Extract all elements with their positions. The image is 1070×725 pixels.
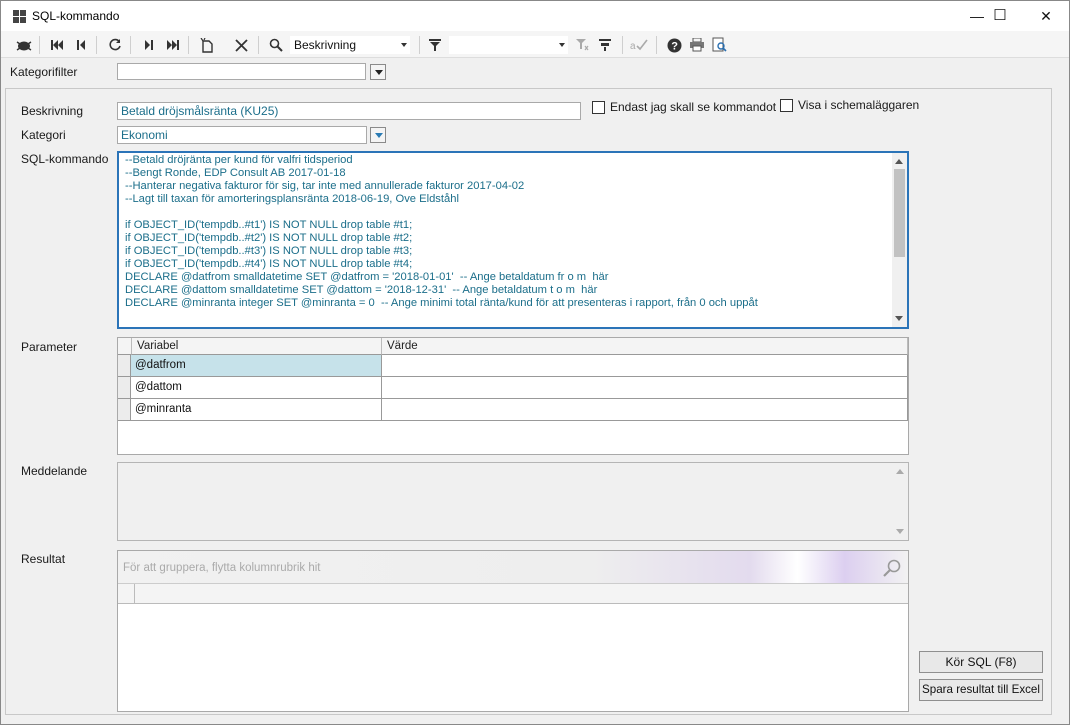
export-excel-button[interactable]: Spara resultat till Excel — [919, 679, 1043, 701]
scheduler-checkbox-box[interactable] — [780, 98, 793, 112]
message-scrollbar[interactable] — [893, 463, 908, 540]
grid-corner — [118, 584, 135, 603]
scroll-down-icon[interactable] — [896, 529, 904, 534]
sql-scrollbar[interactable] — [892, 153, 907, 327]
first-record-icon[interactable] — [47, 35, 67, 55]
group-panel[interactable]: För att gruppera, flytta kolumnrubrik hi… — [118, 551, 908, 584]
table-row[interactable]: @datfrom — [118, 355, 908, 377]
result-label: Resultat — [21, 552, 66, 566]
scroll-up-icon[interactable] — [895, 159, 903, 164]
svg-text:a: a — [630, 41, 636, 51]
window-title: SQL-kommando — [32, 9, 120, 23]
result-grid[interactable]: För att gruppera, flytta kolumnrubrik hi… — [117, 550, 909, 712]
search-field-value: Beskrivning — [294, 38, 357, 52]
only-me-checkbox[interactable]: Endast jag skall se kommandot — [592, 100, 776, 114]
category-filter-input[interactable] — [117, 63, 366, 80]
scheduler-checkbox-label: Visa i schemaläggaren — [798, 98, 920, 112]
parameter-label: Parameter — [21, 340, 78, 354]
scheduler-checkbox[interactable]: Visa i schemaläggaren — [780, 98, 919, 112]
category-select[interactable]: Ekonomi — [117, 126, 367, 144]
search-icon[interactable] — [266, 35, 286, 55]
scroll-thumb[interactable] — [894, 169, 905, 257]
row-indicator[interactable] — [118, 399, 131, 421]
previous-record-icon[interactable] — [71, 35, 91, 55]
variable-cell[interactable]: @datfrom — [131, 355, 382, 377]
run-sql-button[interactable]: Kör SQL (F8) — [919, 651, 1043, 673]
table-row[interactable]: @dattom — [118, 377, 908, 399]
filter-settings-icon[interactable] — [595, 35, 615, 55]
title-bar: SQL-kommando — ☐ ✕ — [1, 1, 1069, 31]
toolbar: Beskrivning a ? — [1, 31, 1069, 58]
parameter-grid: Variabel Värde @datfrom @dattom @minrant… — [117, 337, 909, 455]
clear-filter-icon[interactable] — [572, 35, 592, 55]
row-indicator[interactable] — [118, 377, 131, 399]
category-dropdown-button[interactable] — [370, 127, 386, 143]
table-row[interactable]: @minranta — [118, 399, 908, 421]
filter-icon[interactable] — [425, 35, 445, 55]
row-indicator[interactable] — [118, 355, 131, 377]
variable-cell[interactable]: @minranta — [131, 399, 382, 421]
sql-command-text[interactable]: --Betald dröjränta per kund för valfri t… — [119, 153, 907, 311]
group-hint: För att gruppera, flytta kolumnrubrik hi… — [123, 562, 321, 574]
sql-command-label: SQL-kommando — [21, 152, 109, 166]
close-button[interactable]: ✕ — [1023, 1, 1069, 31]
svg-text:?: ? — [671, 40, 678, 52]
sql-command-window: SQL-kommando — ☐ ✕ Beskrivning a ? Kateg… — [0, 0, 1070, 725]
find-icon[interactable] — [882, 558, 902, 578]
only-me-checkbox-box[interactable] — [592, 100, 605, 114]
delete-icon[interactable] — [231, 35, 251, 55]
next-record-icon[interactable] — [139, 35, 159, 55]
last-record-icon[interactable] — [163, 35, 183, 55]
sql-command-editor[interactable]: --Betald dröjränta per kund för valfri t… — [117, 151, 909, 329]
only-me-checkbox-label: Endast jag skall se kommandot — [610, 100, 777, 114]
search-field-select[interactable]: Beskrivning — [289, 35, 411, 55]
category-filter-dropdown-button[interactable] — [370, 64, 386, 80]
column-header-variable[interactable]: Variabel — [132, 338, 382, 355]
column-header-value[interactable]: Värde — [382, 338, 908, 355]
result-header-row — [118, 584, 908, 604]
help-icon[interactable]: ? — [664, 35, 684, 55]
maximize-button[interactable]: ☐ — [977, 1, 1023, 31]
print-icon[interactable] — [687, 35, 707, 55]
value-cell[interactable] — [382, 377, 908, 399]
refresh-icon[interactable] — [105, 35, 125, 55]
app-icon — [13, 10, 26, 23]
scroll-up-icon[interactable] — [896, 469, 904, 474]
message-label: Meddelande — [21, 464, 88, 478]
scroll-down-icon[interactable] — [895, 316, 903, 321]
category-filter-label: Kategorifilter — [10, 65, 78, 79]
variable-cell[interactable]: @dattom — [131, 377, 382, 399]
print-preview-icon[interactable] — [710, 35, 730, 55]
value-cell[interactable] — [382, 355, 908, 377]
grid-corner — [118, 338, 132, 355]
message-box[interactable] — [117, 462, 909, 541]
category-label: Kategori — [21, 128, 66, 142]
description-label: Beskrivning — [21, 104, 84, 118]
description-input[interactable]: Betald dröjsmålsränta (KU25) — [117, 102, 581, 120]
bug-icon[interactable] — [14, 35, 34, 55]
spellcheck-icon[interactable]: a — [629, 35, 649, 55]
filter-value-select[interactable] — [448, 35, 569, 55]
new-document-icon[interactable] — [197, 35, 217, 55]
value-cell[interactable] — [382, 399, 908, 421]
